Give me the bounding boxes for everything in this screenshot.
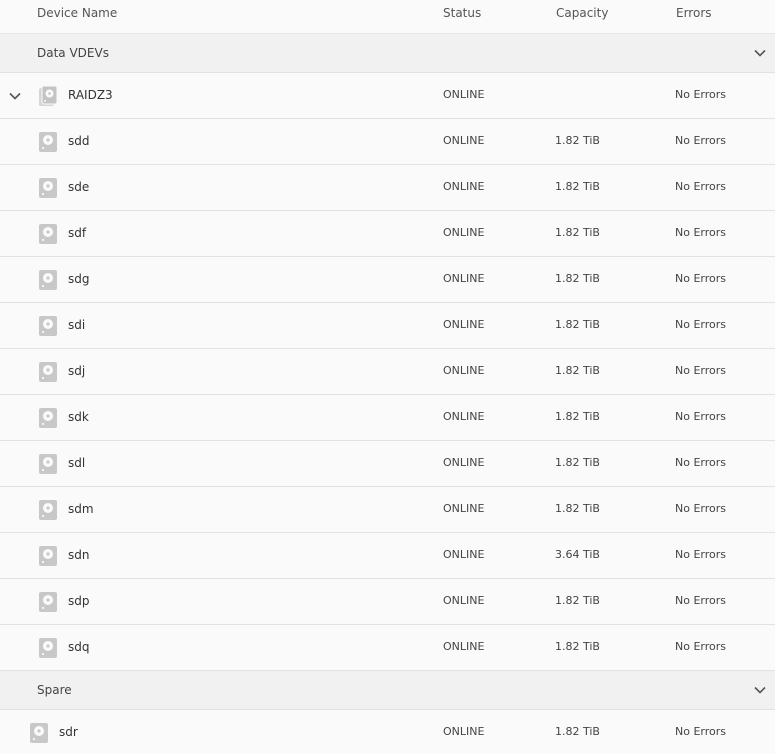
device-capacity: 1.82 TiB	[555, 502, 600, 515]
device-status: ONLINE	[443, 88, 485, 101]
column-header-status[interactable]: Status	[443, 6, 481, 20]
device-capacity: 1.82 TiB	[555, 594, 600, 607]
device-name: sdn	[68, 548, 90, 562]
hard-disk-icon	[38, 591, 58, 613]
hard-disk-icon	[38, 545, 58, 567]
disk-row[interactable]: sdk ONLINE 1.82 TiB No Errors	[0, 395, 775, 441]
hard-disk-icon	[38, 361, 58, 383]
device-status: ONLINE	[443, 134, 485, 147]
disk-row[interactable]: sdq ONLINE 1.82 TiB No Errors	[0, 625, 775, 671]
hard-disk-icon	[29, 722, 49, 744]
device-capacity: 1.82 TiB	[555, 226, 600, 239]
disk-row[interactable]: sdg ONLINE 1.82 TiB No Errors	[0, 257, 775, 303]
hard-disk-icon	[38, 315, 58, 337]
column-header-device-name[interactable]: Device Name	[37, 6, 117, 20]
device-capacity: 1.82 TiB	[555, 725, 600, 738]
device-status: ONLINE	[443, 640, 485, 653]
device-errors: No Errors	[675, 180, 726, 193]
device-name: sdj	[68, 364, 86, 378]
device-table: Device Name Status Capacity Errors Data …	[0, 0, 775, 754]
chevron-down-icon[interactable]	[751, 681, 769, 699]
device-status: ONLINE	[443, 364, 485, 377]
disk-row[interactable]: sdn ONLINE 3.64 TiB No Errors	[0, 533, 775, 579]
device-name: sdi	[68, 318, 86, 332]
device-name: sdd	[68, 134, 90, 148]
hard-disk-icon	[38, 131, 58, 153]
device-errors: No Errors	[675, 594, 726, 607]
device-status: ONLINE	[443, 725, 485, 738]
device-capacity: 1.82 TiB	[555, 180, 600, 193]
disk-row[interactable]: sdf ONLINE 1.82 TiB No Errors	[0, 211, 775, 257]
group-spare[interactable]: Spare	[0, 671, 775, 710]
device-errors: No Errors	[675, 502, 726, 515]
chevron-down-icon[interactable]	[6, 87, 24, 105]
hard-disk-icon	[38, 177, 58, 199]
device-capacity: 1.82 TiB	[555, 272, 600, 285]
device-errors: No Errors	[675, 88, 726, 101]
device-errors: No Errors	[675, 318, 726, 331]
device-errors: No Errors	[675, 640, 726, 653]
disk-row[interactable]: sde ONLINE 1.82 TiB No Errors	[0, 165, 775, 211]
device-status: ONLINE	[443, 318, 485, 331]
device-errors: No Errors	[675, 364, 726, 377]
device-capacity: 1.82 TiB	[555, 456, 600, 469]
group-data-vdevs[interactable]: Data VDEVs	[0, 34, 775, 73]
group-label-spare: Spare	[37, 683, 72, 697]
device-name: sdk	[68, 410, 89, 424]
group-label-data-vdevs: Data VDEVs	[37, 46, 109, 60]
device-status: ONLINE	[443, 594, 485, 607]
hard-disk-icon	[38, 453, 58, 475]
device-name: sdq	[68, 640, 90, 654]
device-status: ONLINE	[443, 272, 485, 285]
device-capacity: 1.82 TiB	[555, 318, 600, 331]
device-name: sdp	[68, 594, 90, 608]
device-capacity: 3.64 TiB	[555, 548, 600, 561]
hard-disk-icon	[38, 269, 58, 291]
device-errors: No Errors	[675, 548, 726, 561]
device-status: ONLINE	[443, 548, 485, 561]
device-name: sdr	[59, 725, 78, 739]
disk-row[interactable]: sdi ONLINE 1.82 TiB No Errors	[0, 303, 775, 349]
device-capacity: 1.82 TiB	[555, 134, 600, 147]
hard-disk-icon	[38, 637, 58, 659]
device-errors: No Errors	[675, 456, 726, 469]
device-errors: No Errors	[675, 725, 726, 738]
chevron-down-icon[interactable]	[751, 44, 769, 62]
device-errors: No Errors	[675, 226, 726, 239]
hard-disk-icon	[38, 499, 58, 521]
device-name: sde	[68, 180, 90, 194]
device-name: sdm	[68, 502, 94, 516]
device-name: sdl	[68, 456, 86, 470]
device-errors: No Errors	[675, 272, 726, 285]
device-capacity: 1.82 TiB	[555, 410, 600, 423]
device-name: sdg	[68, 272, 90, 286]
disk-row[interactable]: sdd ONLINE 1.82 TiB No Errors	[0, 119, 775, 165]
disk-row[interactable]: sdp ONLINE 1.82 TiB No Errors	[0, 579, 775, 625]
disk-row[interactable]: sdl ONLINE 1.82 TiB No Errors	[0, 441, 775, 487]
device-status: ONLINE	[443, 180, 485, 193]
device-errors: No Errors	[675, 410, 726, 423]
vdev-row-raidz3[interactable]: RAIDZ3 ONLINE No Errors	[0, 73, 775, 119]
disk-row[interactable]: sdm ONLINE 1.82 TiB No Errors	[0, 487, 775, 533]
hard-disk-icon	[38, 407, 58, 429]
hard-disk-icon	[38, 223, 58, 245]
column-header-capacity[interactable]: Capacity	[556, 6, 608, 20]
device-status: ONLINE	[443, 456, 485, 469]
disk-stack-icon	[38, 85, 58, 107]
device-errors: No Errors	[675, 134, 726, 147]
device-status: ONLINE	[443, 226, 485, 239]
device-capacity: 1.82 TiB	[555, 640, 600, 653]
table-header: Device Name Status Capacity Errors	[0, 0, 775, 34]
device-status: ONLINE	[443, 410, 485, 423]
device-name: sdf	[68, 226, 87, 240]
device-status: ONLINE	[443, 502, 485, 515]
column-header-errors[interactable]: Errors	[676, 6, 712, 20]
device-name: RAIDZ3	[68, 88, 113, 102]
device-capacity: 1.82 TiB	[555, 364, 600, 377]
disk-row-spare[interactable]: sdr ONLINE 1.82 TiB No Errors	[0, 710, 775, 754]
disk-row[interactable]: sdj ONLINE 1.82 TiB No Errors	[0, 349, 775, 395]
